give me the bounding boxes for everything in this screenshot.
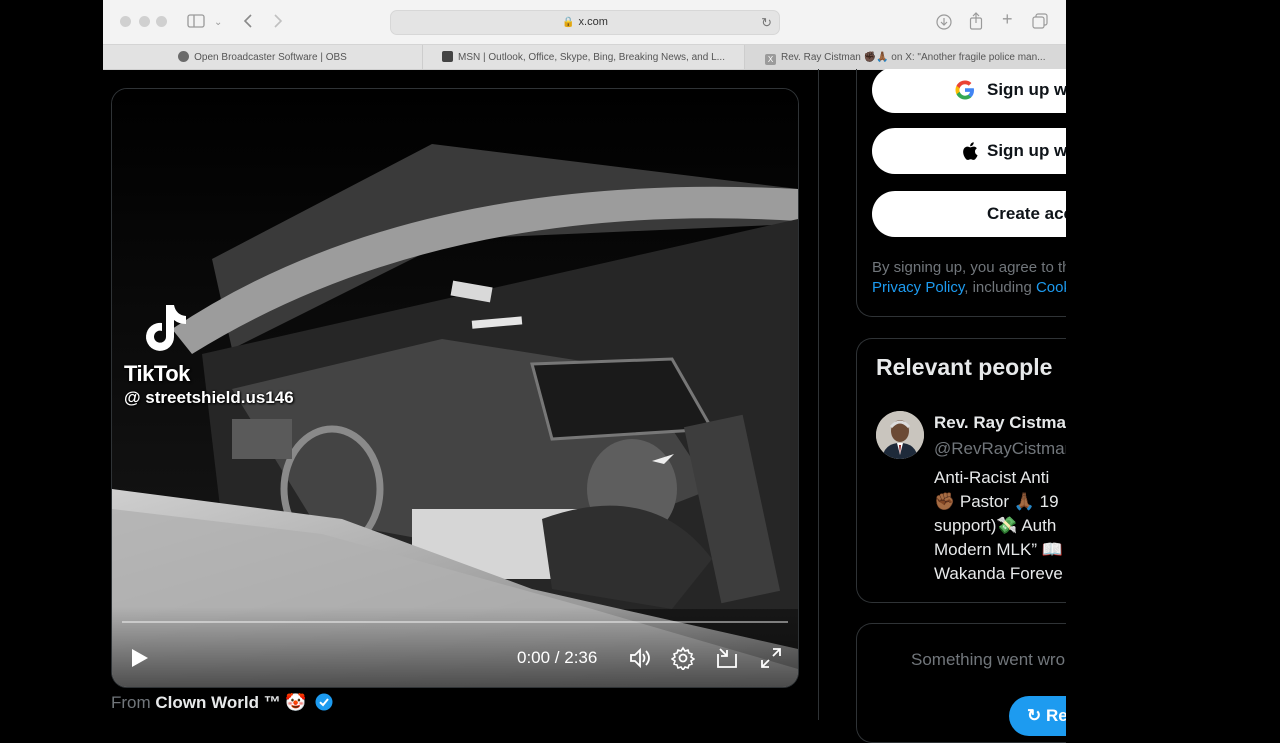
apple-signup-button[interactable]: Sign up with Apple bbox=[872, 128, 1066, 174]
tab-label: Rev. Ray Cistman ✊🏿🙏🏾 on X: "Another fra… bbox=[781, 52, 1046, 63]
retry-button[interactable]: ↻ Retry bbox=[1009, 696, 1066, 736]
tab-label: Open Broadcaster Software | OBS bbox=[194, 52, 347, 63]
terms-text: By signing up, you agree to the Terms of… bbox=[872, 258, 1066, 298]
person-name-link[interactable]: Rev. Ray Cistman bbox=[934, 413, 1066, 433]
tab-msn[interactable]: MSN | Outlook, Office, Skype, Bing, Brea… bbox=[423, 45, 745, 69]
apple-signup-label: Sign up with Apple bbox=[987, 141, 1066, 160]
chevron-down-icon[interactable]: ⌄ bbox=[214, 15, 222, 30]
avatar[interactable] bbox=[876, 411, 924, 459]
create-account-button[interactable]: Create account bbox=[872, 191, 1066, 237]
fullscreen-icon[interactable] bbox=[759, 646, 783, 670]
relevant-people-card: Relevant people Rev. Ray Cistman @RevRay… bbox=[856, 338, 1066, 603]
person-handle[interactable]: @RevRayCistman bbox=[934, 439, 1066, 459]
settings-gear-icon[interactable] bbox=[671, 646, 695, 670]
minimize-window-button[interactable] bbox=[139, 16, 150, 27]
url-text: x.com bbox=[578, 16, 608, 28]
bio-line: Anti-Racist Anti bbox=[934, 468, 1050, 487]
bio-line: ✊🏾 Pastor 🙏🏾 19 bbox=[934, 492, 1059, 511]
cookie-use-link[interactable]: Cookie Use. bbox=[1036, 279, 1066, 296]
attribution-line: From Clown World ™ 🤡 bbox=[111, 693, 333, 713]
zoom-window-button[interactable] bbox=[156, 16, 167, 27]
close-window-button[interactable] bbox=[120, 16, 131, 27]
forward-button[interactable] bbox=[273, 13, 283, 32]
retry-icon: ↻ bbox=[1027, 706, 1046, 725]
reload-icon[interactable]: ↻ bbox=[761, 11, 772, 34]
download-icon[interactable] bbox=[936, 14, 952, 33]
trends-error-card: Something went wrong. Try reloading. ↻ R… bbox=[856, 623, 1066, 743]
browser-chrome: ⌄ 🔒 x.com ↻ + Open Broadcaster Software |… bbox=[103, 0, 1066, 70]
google-icon bbox=[955, 80, 974, 100]
apple-icon bbox=[963, 142, 978, 160]
progress-bar[interactable] bbox=[122, 621, 788, 623]
new-tab-icon[interactable]: + bbox=[1002, 10, 1013, 28]
x-icon: X bbox=[765, 54, 776, 65]
terms-middle: , including bbox=[964, 279, 1032, 296]
terms-prefix: By signing up, you agree to the Terms of… bbox=[872, 259, 1066, 276]
tab-bar: Open Broadcaster Software | OBS MSN | Ou… bbox=[103, 44, 1066, 69]
privacy-policy-link[interactable]: Privacy Policy bbox=[872, 279, 964, 296]
play-icon[interactable] bbox=[128, 647, 150, 669]
share-icon[interactable] bbox=[969, 12, 983, 33]
error-message: Something went wrong. Try reloading. bbox=[911, 650, 1066, 669]
create-account-label: Create account bbox=[987, 204, 1066, 223]
verified-badge-icon bbox=[315, 693, 333, 711]
tiktok-handle: @ streetshield.us146 bbox=[124, 388, 294, 407]
attribution-author-link[interactable]: Clown World ™ 🤡 bbox=[155, 693, 306, 712]
google-signup-button[interactable]: Sign up with Google bbox=[872, 69, 1066, 113]
bio-line: Modern MLK” 📖 bbox=[934, 540, 1063, 559]
tab-obs[interactable]: Open Broadcaster Software | OBS bbox=[103, 45, 423, 69]
video-controls: 0:00 / 2:36 bbox=[112, 607, 798, 687]
google-signup-label: Sign up with Google bbox=[987, 80, 1066, 99]
lock-icon: 🔒 bbox=[562, 17, 575, 28]
bio-line: Wakanda Foreve bbox=[934, 564, 1063, 583]
relevant-people-title: Relevant people bbox=[876, 354, 1053, 380]
pip-icon[interactable] bbox=[715, 646, 739, 670]
video-player[interactable]: TikTok @ streetshield.us146 0:00 / 2:36 bbox=[111, 88, 799, 688]
tiktok-watermark: TikTok bbox=[124, 361, 190, 386]
tiktok-logo-icon bbox=[146, 305, 186, 351]
retry-label: Retry bbox=[1045, 706, 1066, 725]
bio-line: support)💸 Auth bbox=[934, 516, 1057, 535]
person-avatar-icon bbox=[876, 411, 924, 459]
address-bar[interactable]: 🔒 x.com ↻ bbox=[390, 10, 780, 35]
column-divider bbox=[818, 69, 819, 720]
msn-icon bbox=[442, 51, 453, 62]
tab-overview-icon[interactable] bbox=[1032, 13, 1048, 32]
attribution-prefix: From bbox=[111, 693, 151, 712]
tab-x-post[interactable]: X Rev. Ray Cistman ✊🏿🙏🏾 on X: "Another fr… bbox=[745, 45, 1066, 69]
back-button[interactable] bbox=[243, 13, 253, 32]
obs-icon bbox=[178, 51, 190, 62]
tab-label: MSN | Outlook, Office, Skype, Bing, Brea… bbox=[458, 52, 725, 63]
volume-icon[interactable] bbox=[628, 646, 652, 670]
browser-toolbar: ⌄ 🔒 x.com ↻ + bbox=[103, 0, 1066, 44]
sidebar-toggle-icon[interactable] bbox=[187, 14, 205, 31]
signup-card: Sign up with Google Sign up with Apple C… bbox=[856, 69, 1066, 317]
time-display: 0:00 / 2:36 bbox=[517, 648, 598, 667]
